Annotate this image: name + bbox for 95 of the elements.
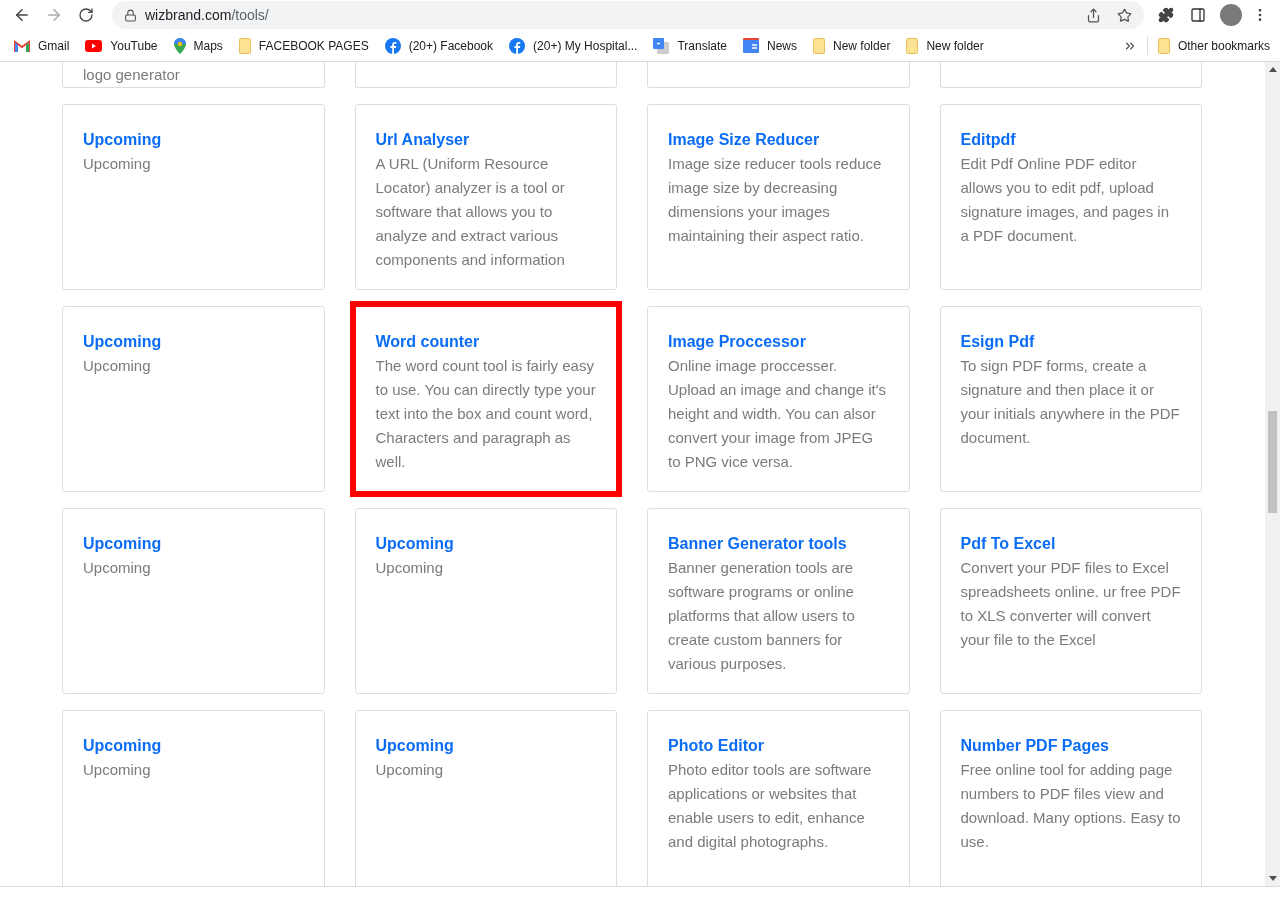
tool-description: A URL (Uniform Resource Locator) analyzer is a tool or software that allows you to analyze and extract various components and information bbox=[375, 154, 566, 270]
tool-card[interactable]: Esign Pdf To sign PDF forms, create a signature and then place it or your initials anywhere in the PDF document. bbox=[939, 306, 1202, 492]
tool-title-link[interactable]: Photo Editor bbox=[668, 734, 889, 758]
tool-title-link[interactable]: Upcoming bbox=[83, 532, 304, 556]
scrollbar-thumb[interactable] bbox=[1268, 411, 1277, 513]
scroll-up-icon[interactable] bbox=[1268, 67, 1277, 72]
tool-description: Upcoming bbox=[375, 760, 445, 780]
news-icon bbox=[743, 38, 759, 53]
bookmark-link[interactable]: News bbox=[743, 36, 797, 55]
extensions-icon[interactable] bbox=[1158, 7, 1174, 23]
tool-title-link[interactable]: Banner Generator tools bbox=[668, 532, 889, 556]
tool-card[interactable]: Upcoming Upcoming bbox=[62, 508, 325, 694]
bookmark-label: Translate bbox=[677, 37, 727, 55]
tool-description: Image size reducer tools reduce image size by decreasing dimensions your images maintaining their aspect ratio. bbox=[668, 154, 883, 246]
bookmark-link[interactable]: New folder bbox=[906, 36, 984, 55]
bookmark-label: Other bookmarks bbox=[1177, 37, 1270, 55]
bookmark-link[interactable]: YouTube bbox=[85, 36, 158, 55]
bookmark-link[interactable]: Translate bbox=[653, 36, 727, 55]
tool-description: Upcoming bbox=[83, 558, 152, 578]
tool-card[interactable]: Upcoming Upcoming bbox=[62, 710, 325, 886]
scroll-down-icon[interactable] bbox=[1268, 876, 1277, 881]
tool-description: To sign PDF forms, create a signature and then place it or your initials anywhere in the PDF document. bbox=[960, 356, 1181, 448]
bookmark-link[interactable]: New folder bbox=[813, 36, 891, 55]
tool-description: Online image proccesser. Upload an image and change it's height and width. You can alsor convert your image from JPEG to PNG vice versa. bbox=[668, 356, 887, 472]
address-bar[interactable]: wizbrand.com/tools/ bbox=[112, 1, 1144, 29]
tool-card[interactable]: Upcoming Upcoming bbox=[354, 508, 617, 694]
bookmark-label: New folder bbox=[833, 37, 891, 55]
tool-description: Upcoming bbox=[375, 558, 445, 578]
tool-card[interactable]: logo generator bbox=[62, 62, 325, 88]
tool-title-link[interactable]: Upcoming bbox=[375, 734, 596, 758]
tool-description: The word count tool is fairly easy to use. You can directly type your text into the box and count word, Characters and paragraph as well. bbox=[375, 356, 596, 472]
bookmark-label: New folder bbox=[926, 37, 984, 55]
tool-title-link[interactable]: Url Analyser bbox=[375, 128, 596, 152]
tool-card[interactable]: Upcoming Upcoming bbox=[62, 104, 325, 290]
translate-icon bbox=[653, 37, 670, 54]
folder-icon bbox=[813, 37, 825, 54]
tool-description: Edit Pdf Online PDF editor allows you to edit pdf, upload signature images, and pages in a PDF document. bbox=[960, 154, 1170, 246]
tool-card[interactable]: Number PDF Pages Free online tool for adding page numbers to PDF files view and download. Many options. Easy to use. bbox=[939, 710, 1202, 886]
tool-title-link[interactable]: Upcoming bbox=[83, 734, 304, 758]
bookmark-label: (20+) Facebook bbox=[408, 37, 494, 55]
tool-card[interactable]: Photo Editor Photo editor tools are software applications or websites that enable users to edit, enhance and digital photographs. bbox=[647, 710, 910, 886]
play-icon bbox=[85, 39, 103, 52]
facebook-icon bbox=[384, 37, 401, 54]
tool-title-link[interactable]: Image Proccessor bbox=[668, 330, 889, 354]
share-icon[interactable] bbox=[1086, 7, 1101, 23]
tool-description: Convert your PDF files to Excel spreadsheets online. ur free PDF to XLS converter will convert your file to the Excel bbox=[960, 558, 1181, 650]
map-pin-icon bbox=[173, 37, 186, 54]
bookmark-link[interactable]: (20+) My Hospital... bbox=[509, 36, 638, 55]
scrollbar[interactable] bbox=[1265, 62, 1280, 886]
tool-card[interactable]: Banner Generator tools Banner generation tools are software programs or online platforms that allow users to create custom banners for various purposes. bbox=[647, 508, 910, 694]
bookmark-label: News bbox=[767, 37, 797, 55]
mail-icon bbox=[14, 39, 30, 52]
tool-description: logo generator bbox=[83, 65, 181, 85]
tool-title-link[interactable]: Editpdf bbox=[960, 128, 1181, 152]
bookmark-link[interactable]: FACEBOOK PAGES bbox=[238, 36, 369, 55]
tool-card[interactable]: Upcoming Upcoming bbox=[354, 710, 617, 886]
tool-card[interactable]: Editpdf Edit Pdf Online PDF editor allows you to edit pdf, upload signature images, and pages in a PDF document. bbox=[939, 104, 1202, 290]
tool-title-link[interactable]: Number PDF Pages bbox=[960, 734, 1181, 758]
tool-description: Upcoming bbox=[83, 760, 152, 780]
bookmark-label: FACEBOOK PAGES bbox=[258, 37, 369, 55]
folder-icon bbox=[238, 37, 251, 54]
tool-title-link[interactable]: Pdf To Excel bbox=[960, 532, 1181, 556]
side-panel-icon[interactable] bbox=[1190, 7, 1206, 23]
tool-description: Upcoming bbox=[83, 154, 152, 174]
tool-title-link[interactable]: Upcoming bbox=[83, 128, 304, 152]
bookmark-link[interactable]: Other bookmarks bbox=[1157, 36, 1270, 55]
tool-card[interactable]: Upcoming Upcoming bbox=[62, 306, 325, 492]
reload-icon[interactable] bbox=[78, 7, 94, 23]
tool-title-link[interactable]: Word counter bbox=[375, 330, 596, 354]
tool-card[interactable]: Pdf To Excel Convert your PDF files to Excel spreadsheets online. ur free PDF to XLS converter will convert your file to the Excel bbox=[939, 508, 1202, 694]
bookmark-link[interactable]: Gmail bbox=[14, 36, 70, 55]
folder-icon bbox=[906, 37, 919, 54]
bookmark-label: Maps bbox=[193, 37, 223, 55]
tool-title-link[interactable]: Image Size Reducer bbox=[668, 128, 889, 152]
bookmark-label: Gmail bbox=[38, 37, 70, 55]
tool-description: Free online tool for adding page numbers to PDF files view and download. Many options. Easy to use. bbox=[960, 760, 1181, 852]
lock-icon bbox=[124, 8, 137, 22]
facebook-icon bbox=[509, 37, 526, 54]
bookmark-link[interactable]: (20+) Facebook bbox=[384, 36, 494, 55]
bookmark-star-icon[interactable] bbox=[1117, 7, 1132, 23]
tool-description: Upcoming bbox=[83, 356, 152, 376]
bookmark-label: (20+) My Hospital... bbox=[533, 37, 638, 55]
tool-card[interactable]: Url Analyser A URL (Uniform Resource Locator) analyzer is a tool or software that allows you to analyze and extract various components and information bbox=[354, 104, 617, 290]
bookmark-label: YouTube bbox=[110, 37, 158, 55]
folder-icon bbox=[1157, 37, 1170, 54]
bookmark-link[interactable]: Maps bbox=[173, 36, 223, 55]
url-text: wizbrand.com/tools/ bbox=[145, 5, 269, 25]
tool-title-link[interactable]: Upcoming bbox=[375, 532, 596, 556]
tool-card[interactable]: Image Size Reducer Image size reducer tools reduce image size by decreasing dimensions your images maintaining their aspect ratio. bbox=[647, 104, 910, 290]
tool-title-link[interactable]: Esign Pdf bbox=[960, 330, 1181, 354]
profile-avatar[interactable] bbox=[1220, 4, 1242, 26]
tool-card[interactable]: Image Proccessor Online image proccesser. Upload an image and change it's height and width. You can alsor convert your image from JPEG to PNG vice versa. bbox=[647, 306, 910, 492]
tool-description: Photo editor tools are software applications or websites that enable users to edit, enhance and digital photographs. bbox=[668, 760, 873, 852]
tool-description: Banner generation tools are software programs or online platforms that allow users to create custom banners for various purposes. bbox=[668, 558, 856, 674]
tool-title-link[interactable]: Upcoming bbox=[83, 330, 304, 354]
